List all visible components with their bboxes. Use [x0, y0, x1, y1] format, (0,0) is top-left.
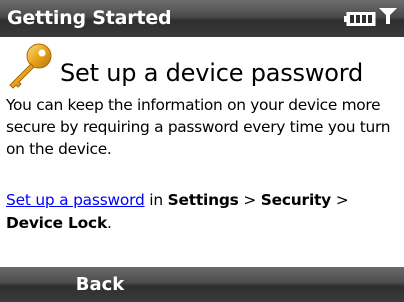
path-settings: Settings: [167, 191, 239, 209]
right-softkey[interactable]: [204, 267, 404, 302]
screen: Getting Started Set up a device password…: [0, 0, 404, 302]
key-icon: [9, 43, 52, 89]
content-area: Set up a device password You can keep th…: [0, 37, 404, 267]
path-separator: >: [331, 191, 349, 209]
path-device-lock: Device Lock: [6, 214, 107, 232]
title-bar: Getting Started: [0, 0, 404, 37]
description-text: You can keep the information on your dev…: [6, 96, 391, 158]
in-text: in: [144, 191, 168, 209]
softkey-bar: Back: [0, 267, 404, 302]
setup-password-link[interactable]: Set up a password: [6, 191, 145, 209]
back-button[interactable]: Back: [0, 267, 200, 302]
instruction-paragraph: Set up a password in Settings > Security…: [6, 189, 398, 235]
signal-icon: [379, 8, 397, 24]
end-period: .: [106, 214, 112, 232]
path-security: Security: [260, 191, 332, 209]
heading: Set up a device password: [60, 59, 364, 87]
page-title: Getting Started: [7, 7, 172, 29]
battery-icon: [344, 12, 376, 26]
path-separator: >: [238, 191, 261, 209]
